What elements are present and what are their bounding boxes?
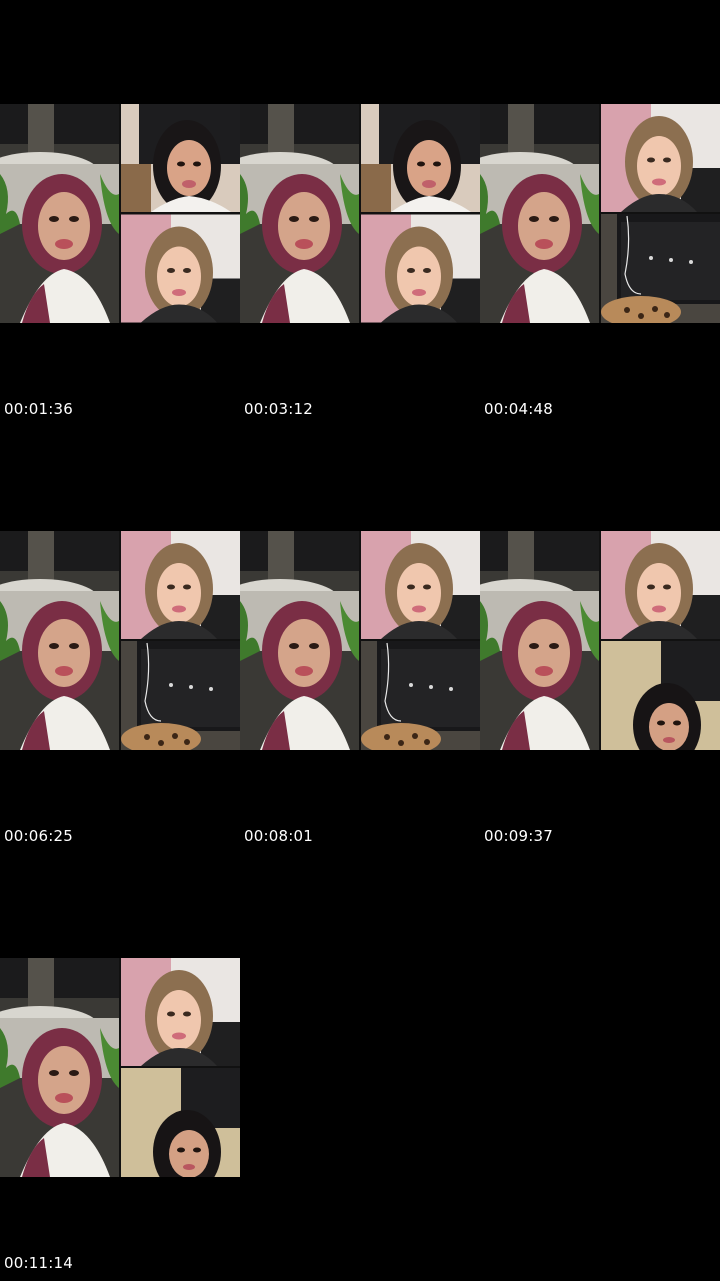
video-pane-bottom [121, 1068, 240, 1177]
video-pane-bottom [601, 641, 720, 750]
frame-thumbnail-1[interactable] [0, 104, 240, 323]
frame-timestamp: 00:01:36 [4, 400, 73, 418]
person-video-image [240, 531, 359, 750]
video-pane-main [0, 958, 119, 1177]
person-video-image [121, 214, 240, 323]
person-video-image [361, 104, 480, 212]
person-video-image [601, 641, 720, 750]
video-pane-top [121, 104, 240, 212]
frame-timestamp: 00:06:25 [4, 827, 73, 845]
frame-thumbnail-2[interactable] [240, 104, 480, 323]
video-pane-top [361, 531, 480, 639]
video-pane-bottom [121, 214, 240, 323]
video-pane-top [601, 104, 720, 212]
person-video-image [601, 104, 720, 212]
person-video-image [480, 104, 599, 323]
person-video-image [480, 531, 599, 750]
person-video-image [601, 531, 720, 639]
frame-timestamp: 00:04:48 [484, 400, 553, 418]
video-pane-main [0, 104, 119, 323]
video-pane-main [0, 531, 119, 750]
video-pane-bottom [121, 641, 240, 750]
frame-timestamp: 00:03:12 [244, 400, 313, 418]
person-video-image [0, 531, 119, 750]
person-video-image [0, 958, 119, 1177]
video-pane-main [240, 104, 359, 323]
video-pane-main [480, 104, 599, 323]
person-video-image [0, 104, 119, 323]
video-pane-main [240, 531, 359, 750]
person-video-image [121, 958, 240, 1066]
video-pane-top [121, 531, 240, 639]
person-video-image [361, 214, 480, 323]
frame-timestamp: 00:11:14 [4, 1254, 73, 1272]
frame-thumbnail-6[interactable] [480, 531, 720, 750]
video-pane-top [601, 531, 720, 639]
video-pane-bottom [601, 214, 720, 323]
frame-thumbnail-5[interactable] [240, 531, 480, 750]
couch-video-image [361, 641, 480, 750]
person-video-image [361, 531, 480, 639]
person-video-image [121, 1068, 240, 1177]
couch-video-image [601, 214, 720, 323]
frame-thumbnail-4[interactable] [0, 531, 240, 750]
frame-thumbnail-3[interactable] [480, 104, 720, 323]
video-pane-bottom [361, 641, 480, 750]
couch-video-image [121, 641, 240, 750]
person-video-image [240, 104, 359, 323]
frame-timestamp: 00:09:37 [484, 827, 553, 845]
video-pane-bottom [361, 214, 480, 323]
video-pane-top [121, 958, 240, 1066]
video-pane-top [361, 104, 480, 212]
person-video-image [121, 531, 240, 639]
frame-timestamp: 00:08:01 [244, 827, 313, 845]
frame-thumbnail-7[interactable] [0, 958, 240, 1177]
person-video-image [121, 104, 240, 212]
video-pane-main [480, 531, 599, 750]
